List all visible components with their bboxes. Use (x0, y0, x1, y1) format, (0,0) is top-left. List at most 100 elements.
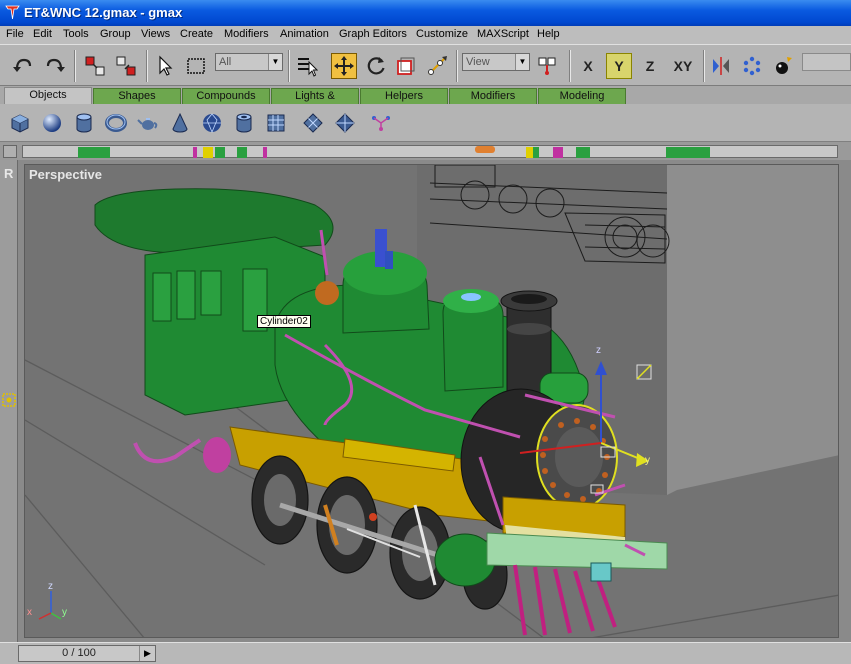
tube-icon (236, 113, 252, 133)
main-toolbar: All ▼ View ▼ X Y Z XY (0, 44, 851, 86)
manipulate-button[interactable] (424, 53, 450, 79)
menu-file[interactable]: File (6, 28, 24, 40)
menu-group[interactable]: Group (100, 28, 131, 40)
create-cone-button[interactable] (167, 110, 193, 136)
create-toolbar (0, 104, 851, 142)
create-sphere-button[interactable] (39, 110, 65, 136)
array-icon (743, 56, 761, 76)
create-dummy-button[interactable] (332, 110, 358, 136)
menu-create[interactable]: Create (180, 28, 213, 40)
tab-modifiers[interactable]: Modifiers (449, 88, 537, 104)
create-geosphere-button[interactable] (199, 110, 225, 136)
link-icon (85, 56, 105, 76)
tab-compounds[interactable]: Compounds (182, 88, 270, 104)
chevron-right-icon[interactable]: ▶ (139, 646, 155, 661)
cylinder-icon (76, 113, 92, 133)
trackbar-strip[interactable] (22, 145, 838, 158)
select-object-button[interactable] (152, 53, 178, 79)
reference-coordinate-dropdown[interactable]: View ▼ (462, 53, 530, 71)
create-teapot-button[interactable] (135, 110, 161, 136)
restrict-xy-button[interactable]: XY (668, 53, 698, 79)
use-pivot-point-center-button[interactable] (534, 53, 560, 79)
array-button[interactable] (739, 53, 765, 79)
plane-icon (267, 114, 285, 132)
unlink-icon (116, 56, 136, 76)
select-and-rotate-button[interactable] (363, 53, 389, 79)
menu-views[interactable]: Views (141, 28, 170, 40)
grid-object-icon (303, 113, 323, 133)
track-bar-toggle[interactable] (3, 145, 17, 158)
box-icon (11, 114, 29, 133)
tab-objects[interactable]: Objects (4, 87, 92, 104)
tab-lights-cameras[interactable]: Lights & Cameras (271, 88, 359, 116)
menu-tools[interactable]: Tools (63, 28, 89, 40)
command-tabs: Objects Shapes Compounds Lights & Camera… (0, 86, 851, 116)
tripod-z-label: z (48, 581, 53, 592)
create-torus-button[interactable] (103, 110, 129, 136)
selection-filter-value: All (219, 56, 232, 68)
create-cylinder-button[interactable] (71, 110, 97, 136)
tripod-x-label: x (27, 607, 32, 618)
redo-icon (46, 58, 65, 72)
viewport-area: R Perspective Cylinder02 z y z x y (0, 160, 851, 642)
toolbar-separator (703, 50, 705, 82)
title-bar: ET&WNC 12.gmax - gmax (0, 0, 851, 26)
toolbar-separator (456, 50, 458, 82)
menu-maxscript[interactable]: MAXScript (477, 28, 529, 40)
pivot-center-icon (538, 57, 556, 75)
align-button[interactable] (770, 53, 796, 79)
track-bar (0, 142, 851, 160)
chevron-down-icon: ▼ (515, 54, 529, 70)
redo-button[interactable] (42, 53, 68, 79)
menu-animation[interactable]: Animation (280, 28, 329, 40)
restrict-z-button[interactable]: Z (637, 53, 663, 79)
named-selection-field[interactable] (802, 53, 851, 71)
create-box-button[interactable] (7, 110, 33, 136)
create-grid-object-button[interactable] (300, 110, 326, 136)
menu-graph-editors[interactable]: Graph Editors (339, 28, 407, 40)
chevron-down-icon: ▼ (268, 54, 282, 70)
teapot-icon (137, 118, 158, 130)
viewport-label[interactable]: Perspective (29, 167, 102, 182)
select-and-link-button[interactable] (82, 53, 108, 79)
rectangle-region-icon (187, 58, 205, 74)
time-slider-value: 0 / 100 (62, 647, 96, 659)
tab-modeling[interactable]: Modeling (538, 88, 626, 104)
create-tube-button[interactable] (231, 110, 257, 136)
select-and-move-button[interactable] (331, 53, 357, 79)
toolbar-separator (146, 50, 148, 82)
menu-modifiers[interactable]: Modifiers (224, 28, 269, 40)
selection-filter-dropdown[interactable]: All ▼ (215, 53, 283, 71)
toolbar-separator (74, 50, 76, 82)
axis-tripod-icon (38, 591, 62, 620)
restrict-y-button[interactable]: Y (606, 53, 632, 79)
time-slider[interactable]: 0 / 100 ▶ (18, 645, 156, 662)
window-title: ET&WNC 12.gmax - gmax (24, 5, 183, 20)
toolbar-separator (288, 50, 290, 82)
select-by-name-button[interactable] (294, 53, 320, 79)
create-plane-button[interactable] (263, 110, 289, 136)
tab-shapes[interactable]: Shapes (93, 88, 181, 104)
unlink-selection-button[interactable] (113, 53, 139, 79)
menu-edit[interactable]: Edit (33, 28, 52, 40)
geosphere-icon (203, 113, 221, 134)
restrict-x-button[interactable]: X (575, 53, 601, 79)
perspective-viewport[interactable]: Perspective Cylinder02 z y z x y (24, 164, 839, 638)
region-select-button[interactable] (183, 53, 209, 79)
align-icon (776, 57, 792, 74)
cone-icon (172, 112, 188, 133)
cursor-arrow-icon (159, 55, 173, 76)
menu-customize[interactable]: Customize (416, 28, 468, 40)
undo-button[interactable] (10, 53, 36, 79)
manipulate-icon (428, 56, 447, 75)
axis-y-label: Y (614, 58, 624, 74)
gizmo-y-label: y (645, 455, 650, 466)
select-by-name-icon (298, 58, 318, 77)
menu-help[interactable]: Help (537, 28, 560, 40)
select-and-scale-button[interactable] (393, 53, 419, 79)
create-bones-button[interactable] (368, 110, 394, 136)
tripod-y-label: y (62, 607, 67, 618)
mirror-button[interactable] (708, 53, 734, 79)
tab-helpers[interactable]: Helpers (360, 88, 448, 104)
left-strip: R (0, 160, 18, 642)
